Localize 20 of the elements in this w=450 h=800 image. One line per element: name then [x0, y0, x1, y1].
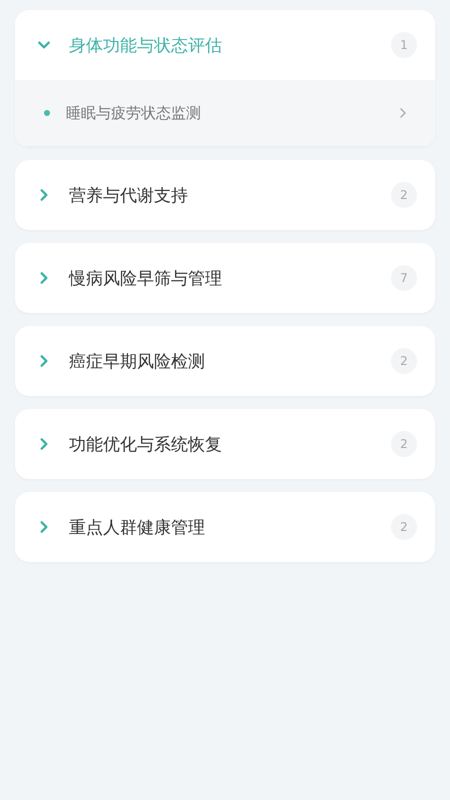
count-badge: 1 [391, 32, 417, 58]
category-header[interactable]: 营养与代谢支持 2 [15, 160, 435, 230]
category-header[interactable]: 功能优化与系统恢复 2 [15, 409, 435, 479]
subcategory-title: 睡眠与疲劳状态监测 [66, 104, 202, 122]
category-title: 癌症早期风险检测 [69, 350, 206, 372]
bullet-icon [44, 110, 50, 116]
category-title: 功能优化与系统恢复 [69, 434, 223, 456]
count-badge: 2 [391, 431, 417, 457]
count-badge: 2 [391, 348, 417, 374]
category-header[interactable]: 慢病风险早筛与管理 7 [15, 243, 435, 313]
count-badge: 7 [391, 265, 417, 291]
category-header[interactable]: 重点人群健康管理 2 [15, 492, 435, 562]
category-title: 身体功能与状态评估 [69, 34, 223, 56]
count-badge: 2 [391, 514, 417, 540]
subcategory-item[interactable]: 睡眠与疲劳状态监测 [15, 80, 435, 147]
category-title: 重点人群健康管理 [69, 516, 206, 538]
category-title: 慢病风险早筛与管理 [69, 268, 223, 290]
count-badge: 2 [391, 182, 417, 208]
category-header[interactable]: 癌症早期风险检测 2 [15, 326, 435, 396]
category-title: 营养与代谢支持 [69, 184, 189, 206]
